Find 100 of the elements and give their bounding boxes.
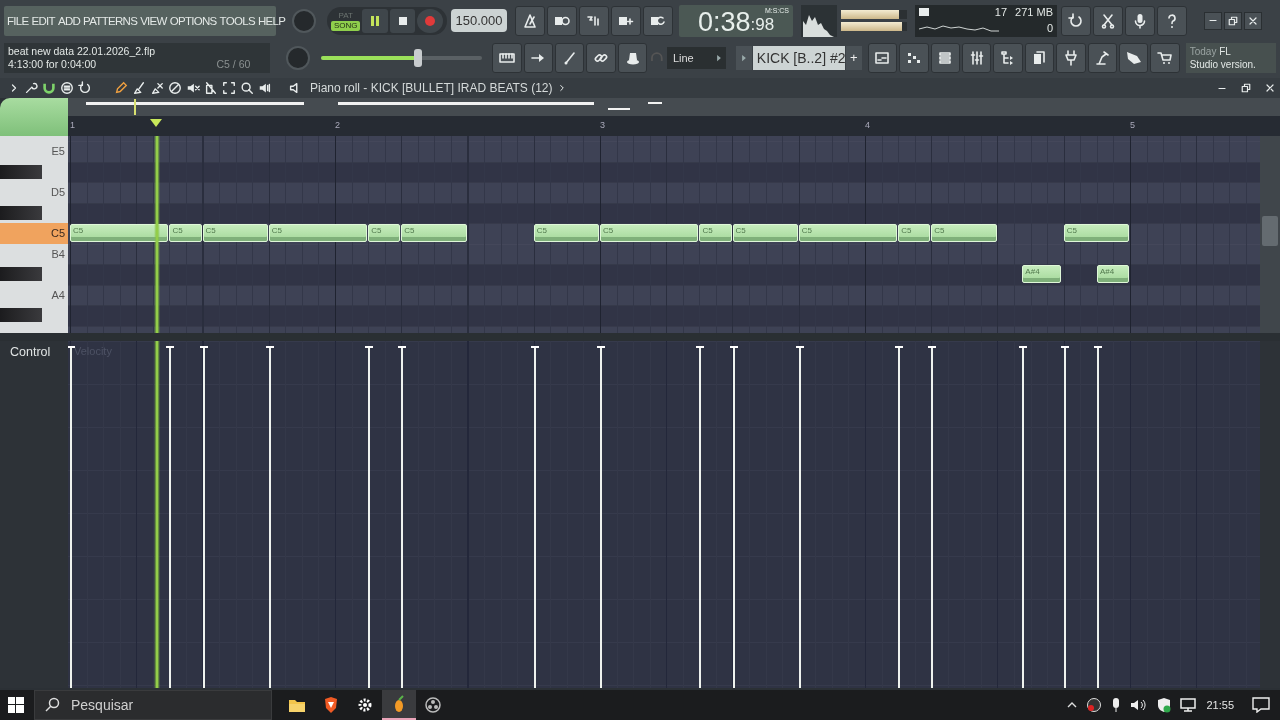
note[interactable]: C5: [732, 224, 798, 242]
note[interactable]: C5: [533, 224, 599, 242]
undo-icon[interactable]: [78, 81, 92, 95]
timeline-ruler[interactable]: 1 2 3 4 5: [68, 116, 1280, 136]
piano-key[interactable]: E5: [0, 141, 68, 162]
velocity-bar[interactable]: [169, 346, 172, 688]
mode-toggle[interactable]: SONG: [331, 20, 361, 31]
piano-key[interactable]: B4: [0, 243, 68, 264]
pause-button[interactable]: [362, 8, 388, 33]
menu-item[interactable]: OPTIONS: [169, 14, 217, 27]
velocity-bar[interactable]: [401, 346, 404, 688]
note[interactable]: C5: [1063, 224, 1129, 242]
metronome-button[interactable]: [515, 5, 545, 36]
note[interactable]: C5: [368, 224, 401, 242]
velocity-bar[interactable]: [1096, 346, 1099, 688]
next-button[interactable]: [523, 42, 554, 73]
note[interactable]: C5: [169, 224, 202, 242]
note[interactable]: C5: [70, 224, 169, 242]
note[interactable]: A#4: [1096, 265, 1129, 283]
mode-toggle[interactable]: PAT: [331, 10, 361, 21]
menu-item[interactable]: FILE: [7, 14, 29, 27]
menu-item[interactable]: ADD: [57, 14, 81, 27]
recorder-icon[interactable]: [1086, 697, 1103, 713]
hand-button[interactable]: [1118, 42, 1149, 73]
velocity-bar[interactable]: [1063, 346, 1066, 688]
piano-key[interactable]: A4: [0, 284, 68, 305]
notification-icon[interactable]: [1252, 697, 1270, 713]
playlist-button[interactable]: [867, 42, 898, 73]
pattern-overview[interactable]: [68, 98, 1260, 116]
windows-logo-icon[interactable]: [8, 697, 24, 713]
volume-icon[interactable]: [1130, 697, 1149, 713]
menu-item[interactable]: VIEW: [140, 14, 167, 27]
clock[interactable]: 21:55: [1206, 699, 1234, 711]
magnet-icon[interactable]: [42, 81, 56, 95]
note-grid[interactable]: C5 C5 C5 C5 C5 C5 C5 C5 C5 C5 C5 C5 C5 A#4 C5 A#4: [68, 136, 1260, 333]
note[interactable]: C5: [898, 224, 931, 242]
pencil-icon[interactable]: [114, 81, 128, 95]
browser-button[interactable]: [993, 42, 1023, 73]
note[interactable]: C5: [798, 224, 898, 242]
piano-key[interactable]: D5: [0, 182, 68, 203]
stop-button[interactable]: [389, 8, 416, 33]
wrench-icon[interactable]: [24, 81, 38, 95]
scrollbar[interactable]: [1260, 136, 1280, 333]
plugin-button[interactable]: [1056, 42, 1086, 73]
record-audio-button[interactable]: [1125, 5, 1155, 36]
search-field[interactable]: Pesquisar: [34, 690, 272, 720]
velocity-bar[interactable]: [699, 346, 702, 688]
minimize-button[interactable]: [1204, 11, 1222, 30]
typing-keyboard-button[interactable]: [492, 42, 522, 73]
close-button[interactable]: [1244, 11, 1262, 30]
brush-button[interactable]: [555, 42, 585, 73]
files-button[interactable]: [1024, 42, 1055, 73]
volume-slider[interactable]: [320, 48, 483, 67]
channel-rack-button[interactable]: [930, 42, 960, 73]
zoom-icon[interactable]: [240, 81, 254, 95]
brush-icon[interactable]: [132, 81, 146, 95]
note[interactable]: C5: [202, 224, 268, 242]
lamp-button[interactable]: [1087, 42, 1117, 73]
security-shield-icon[interactable]: [1156, 697, 1173, 713]
playhead-marker-icon[interactable]: [149, 118, 163, 128]
delete-icon[interactable]: [150, 81, 164, 95]
cart-button[interactable]: [1150, 42, 1180, 73]
piano-roll-button[interactable]: [899, 42, 929, 73]
loop-record-button[interactable]: [643, 5, 673, 36]
velocity-bar[interactable]: [533, 346, 536, 688]
menu-icon[interactable]: [60, 81, 74, 95]
undo-button[interactable]: [1061, 5, 1091, 36]
velocity-bar[interactable]: [268, 346, 271, 688]
menu-item[interactable]: HELP: [257, 14, 286, 27]
sharp-key[interactable]: [0, 205, 42, 220]
link-button[interactable]: [586, 42, 616, 73]
velocity-bar[interactable]: [798, 346, 801, 688]
slice-icon[interactable]: [204, 81, 218, 95]
help-button[interactable]: [1157, 5, 1187, 36]
note[interactable]: A#4: [1022, 265, 1062, 283]
velocity-bar[interactable]: [202, 346, 205, 688]
velocity-bar[interactable]: [898, 346, 901, 688]
fruit-app-icon[interactable]: [382, 690, 416, 720]
add-pattern-button[interactable]: +: [845, 45, 862, 70]
note[interactable]: C5: [600, 224, 699, 242]
wait-record-button[interactable]: [547, 5, 577, 36]
step-edit-button[interactable]: [611, 5, 641, 36]
menu-item[interactable]: TOOLS: [219, 14, 255, 27]
controller-button[interactable]: [617, 42, 648, 73]
mixer-button[interactable]: [961, 42, 992, 73]
restore-button[interactable]: [1224, 11, 1242, 30]
note[interactable]: C5: [931, 224, 997, 242]
speaker-icon[interactable]: [258, 81, 272, 95]
count-in-button[interactable]: [579, 5, 609, 36]
mute-icon[interactable]: [186, 81, 200, 95]
velocity-bar[interactable]: [732, 346, 735, 688]
note[interactable]: C5: [699, 224, 732, 242]
piano-key[interactable]: C5: [0, 223, 68, 244]
sharp-key[interactable]: [0, 164, 42, 179]
velocity-bar[interactable]: [1022, 346, 1025, 688]
velocity-bar[interactable]: [368, 346, 371, 688]
tempo-field[interactable]: 150.000: [451, 9, 507, 32]
pattern-selector[interactable]: KICK [B..2] #2: [752, 45, 845, 70]
note[interactable]: C5: [268, 224, 368, 242]
network-icon[interactable]: [1180, 697, 1199, 713]
